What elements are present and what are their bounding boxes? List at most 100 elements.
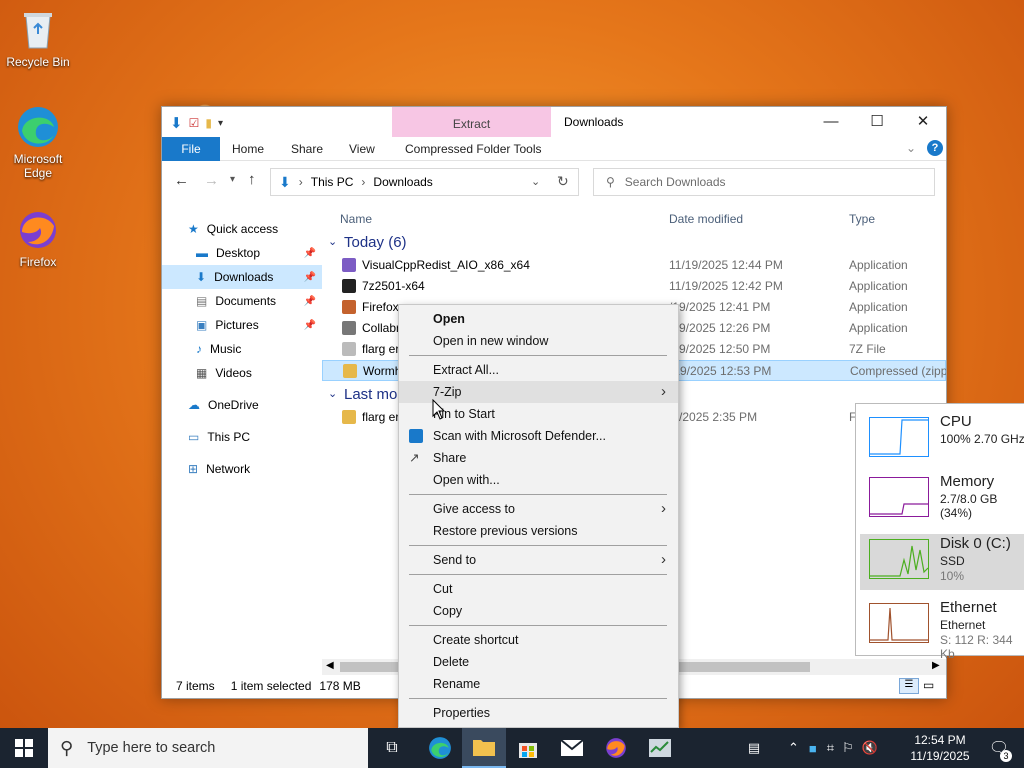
- file-name: Firefox: [362, 300, 399, 314]
- nav-downloads[interactable]: ⬇ Downloads 📌: [162, 265, 322, 289]
- nav-pictures[interactable]: ▣ Pictures 📌: [162, 313, 322, 337]
- menu-item-cut[interactable]: Cut: [399, 578, 678, 600]
- tab-home[interactable]: Home: [232, 137, 264, 161]
- nav-onedrive[interactable]: ☁ OneDrive: [162, 393, 322, 417]
- news-widget-icon[interactable]: ▤: [742, 740, 766, 756]
- tab-compressed-folder-tools[interactable]: Compressed Folder Tools: [405, 137, 542, 161]
- download-arrow-icon[interactable]: ⬇: [170, 114, 183, 132]
- file-name: VisualCppRedist_AIO_x86_x64: [362, 258, 530, 272]
- new-folder-icon[interactable]: ▮: [205, 116, 212, 130]
- menu-item-copy[interactable]: Copy: [399, 600, 678, 622]
- expand-ribbon-icon[interactable]: ⌄: [906, 141, 916, 155]
- menu-item-open-with[interactable]: Open with...: [399, 469, 678, 491]
- menu-item-label: Delete: [433, 655, 470, 669]
- maximize-button[interactable]: ☐: [854, 107, 900, 137]
- taskbar-task-manager[interactable]: [638, 728, 682, 768]
- file-row[interactable]: VisualCppRedist_AIO_x86_x64 11/19/2025 12…: [322, 255, 946, 276]
- notification-center-button[interactable]: 🗨 3: [984, 728, 1014, 768]
- perf-item-ethernet[interactable]: Ethernet Ethernet S: 112 R: 344 Kb: [860, 598, 1024, 661]
- file-date-modified: /19/2025 12:26 PM: [669, 321, 771, 335]
- search-box[interactable]: ⚲ Search Downloads: [593, 168, 935, 196]
- menu-item-open-in-new-window[interactable]: Open in new window: [399, 330, 678, 352]
- desktop-icon-label: Firefox: [19, 255, 57, 269]
- menu-item-delete[interactable]: Delete: [399, 651, 678, 673]
- large-icons-view-icon[interactable]: ▭: [923, 678, 934, 692]
- back-arrow-icon[interactable]: ←: [174, 172, 189, 189]
- desktop-icon-firefox[interactable]: Firefox: [0, 208, 76, 269]
- taskbar-search-box[interactable]: ⚲ Type here to search: [48, 728, 368, 768]
- clock[interactable]: 12:54 PM 11/19/2025: [908, 728, 972, 768]
- help-icon[interactable]: ?: [927, 140, 943, 156]
- perf-item-disk-0-c[interactable]: Disk 0 (C:) SSD 10%: [860, 534, 1024, 590]
- perf-item-memory[interactable]: Memory 2.7/8.0 GB (34%): [860, 472, 1024, 528]
- file-icon: [342, 342, 356, 356]
- desktop-icon-edge[interactable]: Microsoft Edge: [0, 105, 76, 180]
- taskbar-file-explorer[interactable]: [462, 728, 506, 768]
- menu-item-label: Give access to: [433, 502, 515, 516]
- group-header-today[interactable]: ⌄ Today (6): [322, 233, 946, 255]
- breadcrumb-downloads[interactable]: Downloads: [373, 175, 432, 189]
- forward-arrow-icon[interactable]: →: [204, 172, 219, 189]
- column-name[interactable]: Name: [340, 212, 372, 226]
- menu-item-share[interactable]: ↗ Share: [399, 447, 678, 469]
- qat-dropdown-icon[interactable]: ▾: [218, 118, 223, 129]
- breadcrumb-this-pc[interactable]: This PC: [311, 175, 354, 189]
- menu-item-create-shortcut[interactable]: Create shortcut: [399, 629, 678, 651]
- desktop-icon-recycle-bin[interactable]: Recycle Bin: [0, 8, 76, 69]
- nav-documents[interactable]: ▤ Documents 📌: [162, 289, 322, 313]
- menu-item-restore-previous-versions[interactable]: Restore previous versions: [399, 520, 678, 542]
- details-view-icon[interactable]: ☰: [899, 678, 919, 694]
- menu-item-send-to[interactable]: Send to ›: [399, 549, 678, 571]
- perf-item-cpu[interactable]: CPU 100% 2.70 GHz: [860, 412, 1024, 468]
- column-date-modified[interactable]: Date modified: [669, 212, 743, 226]
- show-hidden-icons-icon[interactable]: ⌃: [788, 740, 799, 756]
- task-view-button[interactable]: ⧉: [370, 728, 414, 768]
- taskbar-store[interactable]: [506, 728, 550, 768]
- nav-quick-access[interactable]: ★ Quick access: [162, 217, 322, 241]
- menu-item-label: Send to: [433, 553, 477, 567]
- nav-music[interactable]: ♪ Music: [162, 337, 322, 361]
- file-row[interactable]: 7z2501-x64 11/19/2025 12:42 PM Application: [322, 276, 946, 297]
- extract-context-tab[interactable]: Extract: [392, 107, 551, 137]
- mail-icon: [560, 739, 584, 756]
- address-dropdown-icon[interactable]: ⌄: [531, 175, 540, 188]
- minimize-button[interactable]: —: [808, 107, 854, 137]
- tab-file[interactable]: File: [162, 137, 220, 161]
- refresh-icon[interactable]: ↻: [557, 173, 569, 190]
- nav-network[interactable]: ⊞ Network: [162, 457, 322, 481]
- nav-videos[interactable]: ▦ Videos: [162, 361, 322, 385]
- network-tray-icon[interactable]: ⚐: [842, 740, 854, 756]
- file-icon: [342, 321, 356, 335]
- menu-item-properties[interactable]: Properties: [399, 702, 678, 724]
- up-arrow-icon[interactable]: ↑: [248, 171, 256, 188]
- bluetooth-tray-icon[interactable]: ■: [809, 741, 817, 756]
- tab-share[interactable]: Share: [291, 137, 323, 161]
- taskbar-mail[interactable]: [550, 728, 594, 768]
- pc-icon: ▭: [188, 430, 200, 444]
- scroll-right-icon[interactable]: ▶: [932, 660, 940, 671]
- address-bar[interactable]: ⬇ › This PC › Downloads ⌄ ↻: [270, 168, 579, 196]
- scroll-left-icon[interactable]: ◀: [326, 660, 334, 671]
- menu-item-label: Scan with Microsoft Defender...: [433, 429, 606, 443]
- recent-dropdown-icon[interactable]: ▾: [230, 174, 235, 185]
- nav-desktop[interactable]: ▬ Desktop 📌: [162, 241, 322, 265]
- menu-item-open[interactable]: Open: [399, 308, 678, 330]
- taskbar-edge[interactable]: [418, 728, 462, 768]
- file-type: Application: [849, 321, 908, 335]
- menu-item-rename[interactable]: Rename: [399, 673, 678, 695]
- menu-item-label: Properties: [433, 706, 490, 720]
- close-button[interactable]: ✕: [900, 107, 946, 137]
- start-button[interactable]: [2, 728, 46, 768]
- file-icon: [342, 300, 356, 314]
- menu-item-give-access-to[interactable]: Give access to ›: [399, 498, 678, 520]
- webcam-icon[interactable]: ⌗: [827, 740, 834, 756]
- tab-view[interactable]: View: [349, 137, 375, 161]
- selection-size: 178 MB: [319, 679, 361, 693]
- properties-icon[interactable]: ☑: [189, 116, 200, 130]
- volume-muted-icon[interactable]: 🔇: [862, 740, 878, 756]
- menu-item-scan-with-microsoft-defender[interactable]: Scan with Microsoft Defender...: [399, 425, 678, 447]
- column-type[interactable]: Type: [849, 212, 875, 226]
- taskbar-firefox[interactable]: [594, 728, 638, 768]
- menu-item-extract-all[interactable]: Extract All...: [399, 359, 678, 381]
- nav-this-pc[interactable]: ▭ This PC: [162, 425, 322, 449]
